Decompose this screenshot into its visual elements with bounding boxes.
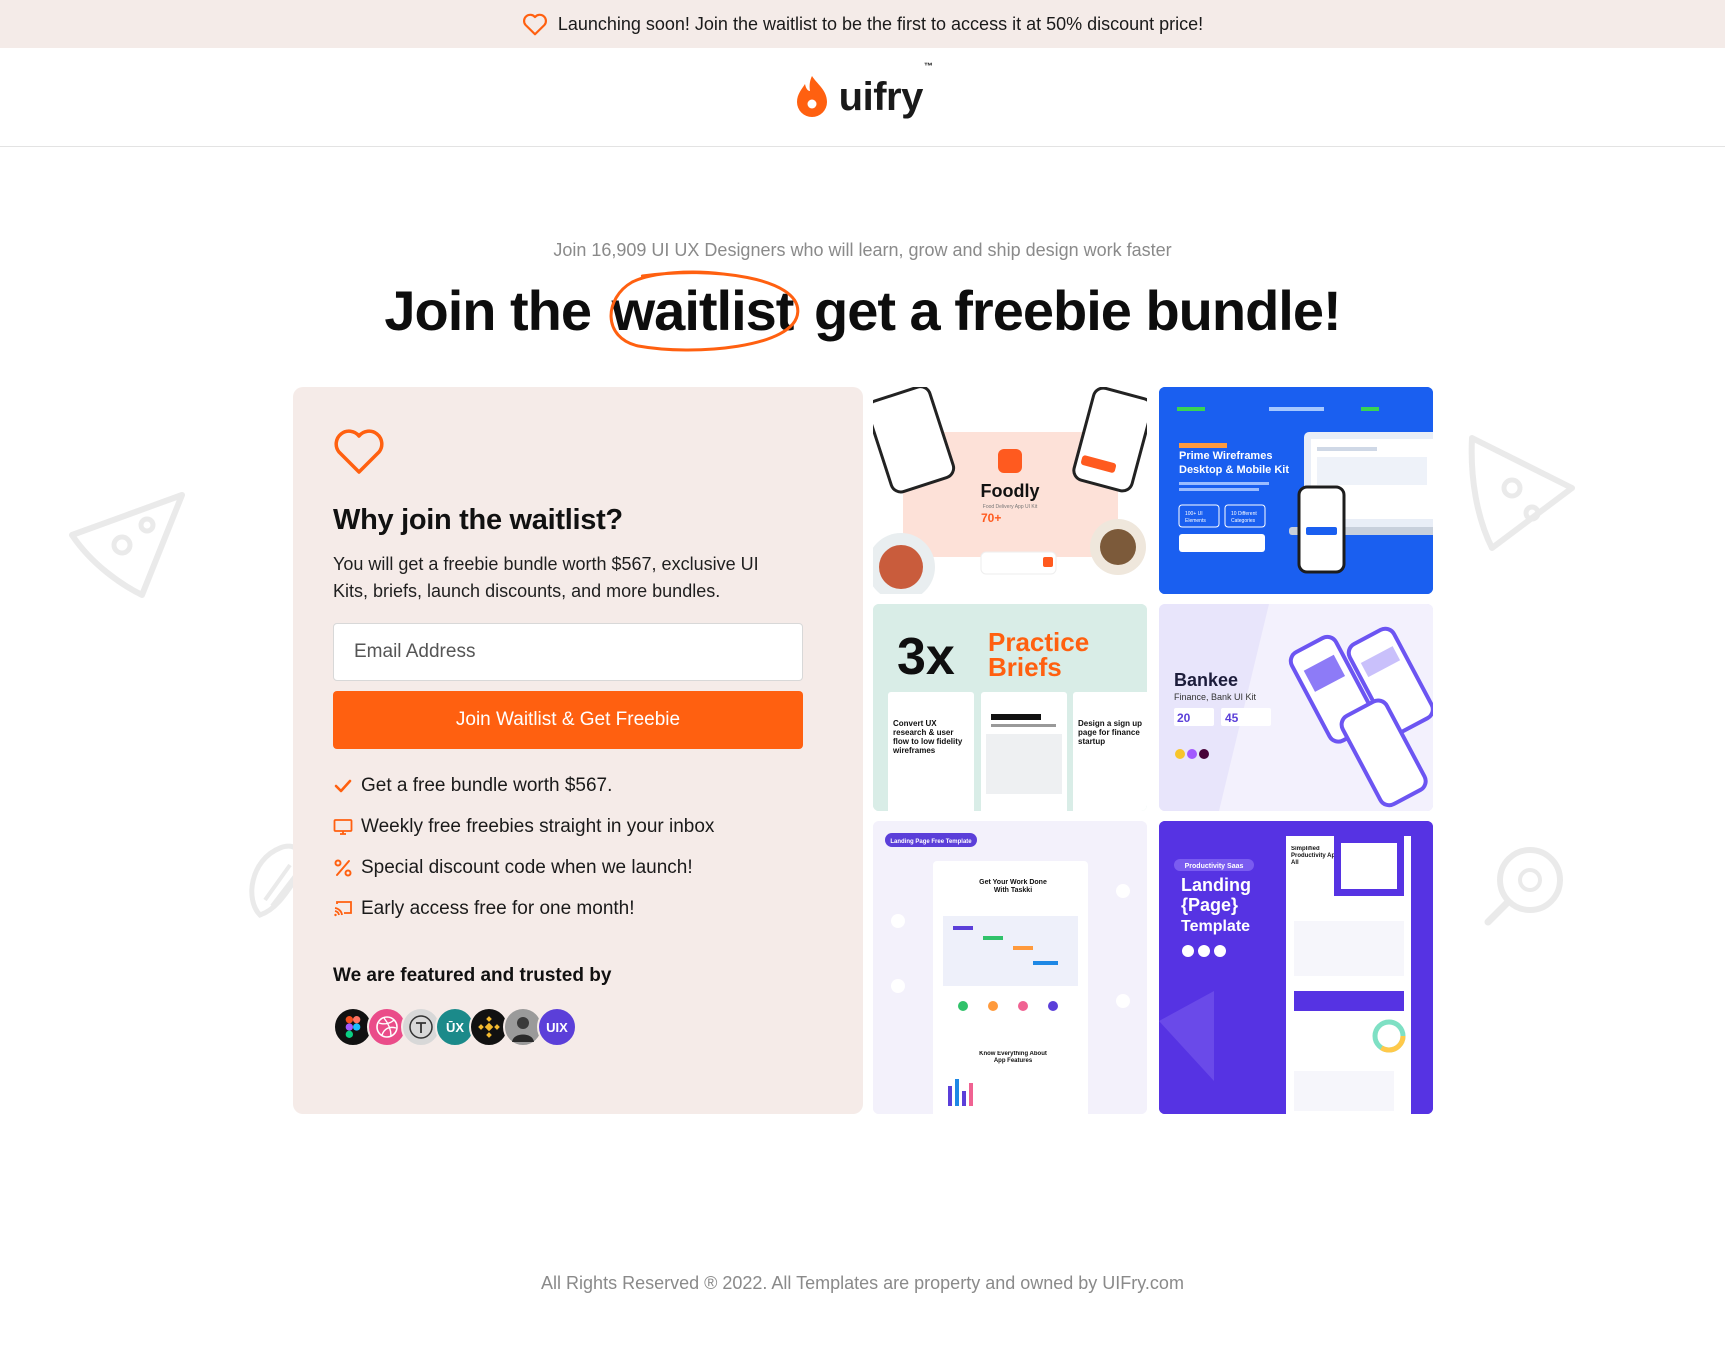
landing-right-line-3: Template — [1181, 918, 1250, 935]
bankee-subtitle: Finance, Bank UI Kit — [1174, 692, 1257, 702]
wireframes-stat-2: 10 Different — [1231, 511, 1257, 517]
announcement-bar: Launching soon! Join the waitlist to be … — [0, 0, 1725, 48]
brief-card-1-text: Convert UX research & user flow to low f… — [893, 719, 963, 755]
wireframes-stat-1: 100+ UI — [1185, 511, 1203, 517]
perk-item: Early access free for one month! — [333, 888, 823, 929]
headline-part-2: get a freebie bundle! — [814, 279, 1342, 342]
uix-logo: UIX — [537, 1007, 577, 1047]
wireframes-preview-image[interactable]: Prime Wireframes Desktop & Mobile Kit 10… — [1159, 387, 1433, 594]
check-icon — [334, 779, 352, 792]
hero-subline: Join 16,909 UI UX Designers who will lea… — [553, 240, 1172, 260]
svg-text:Categories: Categories — [1231, 518, 1256, 524]
featured-logos: ŪX UIX — [333, 1007, 823, 1047]
perk-item: Weekly free freebies straight in your in… — [333, 806, 823, 847]
join-waitlist-button[interactable]: Join Waitlist & Get Freebie — [333, 691, 803, 749]
cast-icon — [334, 900, 352, 916]
percent-icon — [334, 859, 352, 876]
landing-left-hero: Get Your Work Done With Taskki — [979, 879, 1047, 894]
wireframes-title-2: Desktop & Mobile Kit — [1179, 464, 1289, 476]
card-description: You will get a freebie bundle worth $567… — [333, 554, 759, 601]
landing-right-line-1: Landing — [1181, 875, 1251, 895]
waitlist-card: Why join the waitlist? You will get a fr… — [293, 387, 863, 1114]
landing-left-mid: Know Everything About App Features — [979, 1051, 1047, 1064]
bankee-title: Bankee — [1174, 670, 1238, 690]
perk-item: Get a free bundle worth $567. — [333, 765, 823, 806]
headline-circled-word: waitlist — [606, 270, 800, 352]
foodly-preview-image[interactable]: Foodly Food Delivery App UI Kit 70+ — [873, 387, 1147, 594]
practice-briefs-preview-image[interactable]: 3x Practice Briefs Convert UX research &… — [873, 604, 1147, 811]
foodly-stat: 70+ — [981, 511, 1001, 525]
preview-grid: Foodly Food Delivery App UI Kit 70+ Prim… — [873, 387, 1433, 1114]
landing-right-badge: Productivity Saas — [1185, 863, 1244, 870]
card-heading: Why join the waitlist? — [333, 504, 623, 536]
briefs-big-number: 3x — [897, 628, 955, 686]
productivity-saas-preview-image[interactable]: Productivity Saas Landing {Page} Templat… — [1159, 821, 1433, 1114]
heart-outline-icon — [522, 13, 547, 36]
magnifier-food-decoration-right — [1484, 847, 1563, 926]
wireframes-title: Prime Wireframes — [1179, 450, 1272, 462]
monitor-icon — [333, 818, 353, 835]
hand-drawn-circle-decoration — [609, 270, 799, 352]
briefs-title-2: Briefs — [988, 652, 1062, 682]
heart-outline-icon — [334, 429, 384, 474]
pizza-slice-decoration-right — [1468, 435, 1575, 551]
headline-part-1: Join the — [384, 279, 592, 342]
landing-right-line-2: {Page} — [1181, 895, 1238, 915]
perk-item: Special discount code when we launch! — [333, 847, 823, 888]
landing-template-preview-image[interactable]: Landing Page Free Template Get Your Work… — [873, 821, 1147, 1114]
landing-left-badge: Landing Page Free Template — [890, 839, 972, 845]
hero-headline: Join the waitlist get a freebie bundle! — [0, 270, 1725, 352]
announcement-text: Launching soon! Join the waitlist to be … — [557, 13, 1204, 34]
featured-heading: We are featured and trusted by — [333, 965, 612, 986]
bankee-preview-image[interactable]: Bankee Finance, Bank UI Kit 20 45 — [1159, 604, 1433, 811]
brand-logo[interactable]: uifry™ — [793, 60, 933, 120]
footer-copyright: All Rights Reserved ® 2022. All Template… — [541, 1273, 1184, 1293]
svg-text:Elements: Elements — [1185, 518, 1206, 524]
bankee-stat-1: 20 — [1177, 711, 1191, 725]
brand-name: uifry™ — [838, 60, 933, 119]
perks-list: Get a free bundle worth $567. Weekly fre… — [333, 765, 823, 929]
site-header: uifry™ — [0, 48, 1725, 147]
pizza-slice-decoration-left — [69, 492, 185, 598]
foodly-subtitle: Food Delivery App UI Kit — [983, 504, 1038, 510]
bankee-stat-2: 45 — [1225, 711, 1239, 725]
brief-card-2-text: Design a sign up page for finance startu… — [1078, 719, 1143, 746]
foodly-title: Foodly — [981, 481, 1040, 501]
email-input[interactable] — [333, 623, 803, 681]
flame-logo-icon — [796, 76, 827, 117]
